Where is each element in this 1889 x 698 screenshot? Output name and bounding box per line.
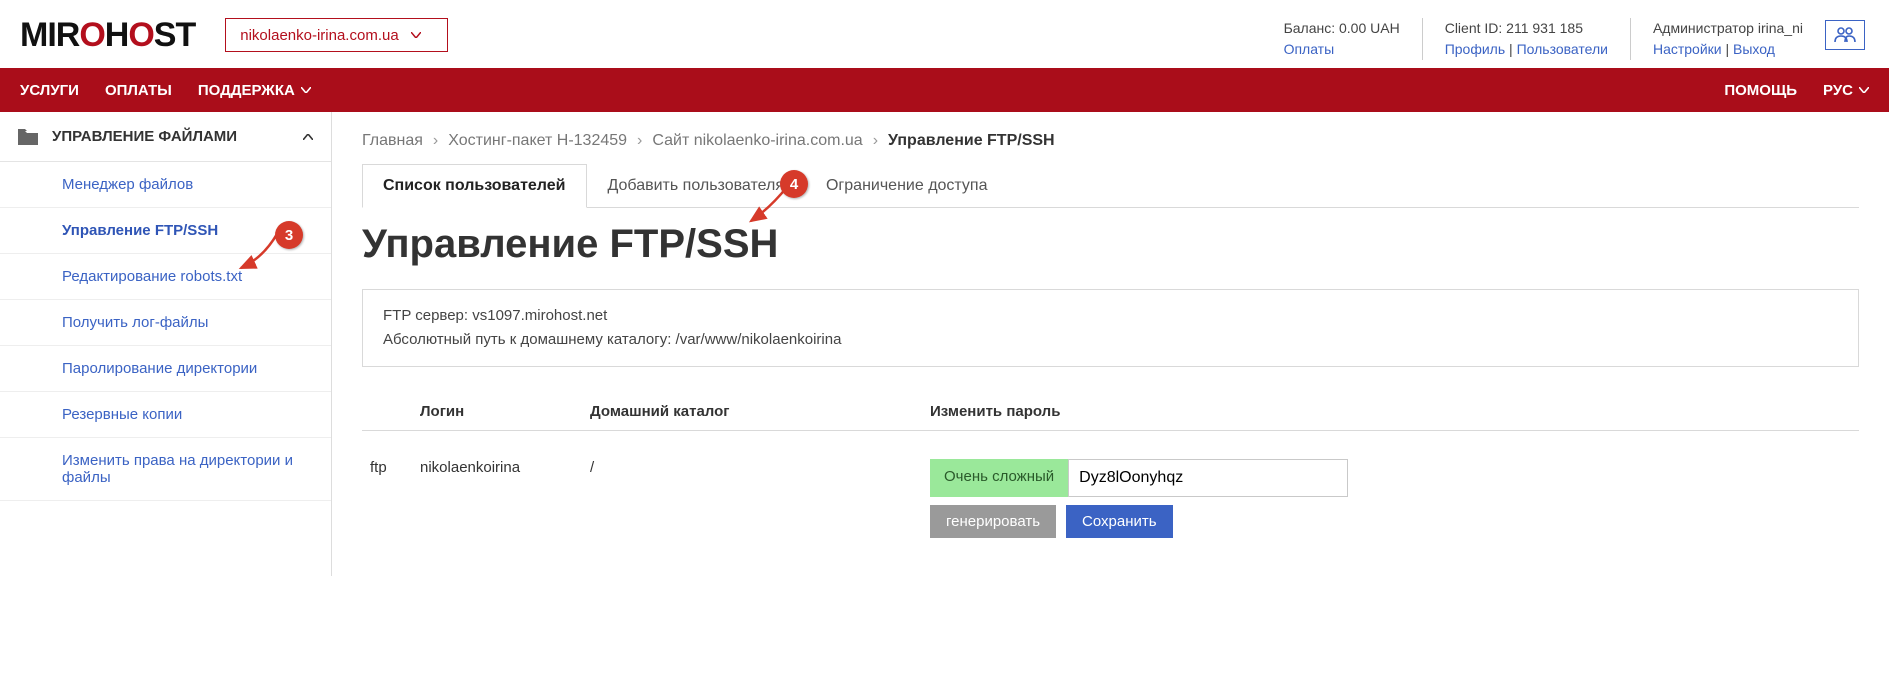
col-home: Домашний каталог — [582, 393, 922, 431]
chevron-up-icon — [303, 134, 313, 140]
header-balance-block: Баланс: 0.00 UAH Оплаты — [1262, 18, 1422, 60]
folder-icon — [18, 129, 38, 145]
annotation-marker-4: 4 — [780, 170, 808, 198]
settings-link[interactable]: Настройки — [1653, 41, 1722, 57]
users-icon-button[interactable] — [1825, 20, 1865, 50]
chevron-down-icon — [411, 32, 421, 38]
ftp-server-label: FTP сервер: — [383, 307, 472, 324]
col-type — [362, 393, 412, 431]
home-path-value: /var/www/nikolaenkoirina — [676, 331, 842, 348]
tab-0[interactable]: Список пользователей — [362, 164, 587, 208]
cell-proto: ftp — [362, 431, 412, 547]
content: Главная › Хостинг-пакет H-132459 › Сайт niko… — [332, 112, 1889, 576]
breadcrumb-item-2[interactable]: Сайт nikolaenko-irina.com.ua — [652, 132, 862, 150]
generate-button[interactable]: генерировать — [930, 505, 1056, 538]
domain-select[interactable]: nikolaenko-irina.com.ua — [225, 18, 447, 52]
header-client-block: Client ID: 211 931 185 Профиль | Пользов… — [1422, 18, 1630, 60]
users-icon — [1834, 27, 1856, 43]
page-title: Управление FTP/SSH — [362, 222, 1859, 267]
save-button[interactable]: Сохранить — [1066, 505, 1173, 538]
password-strength-badge: Очень сложный — [930, 459, 1068, 497]
sidebar-item-2[interactable]: Редактирование robots.txt — [0, 254, 331, 299]
breadcrumb-item-0[interactable]: Главная — [362, 132, 423, 150]
cell-password: Очень сложный генерировать Сохранить — [922, 431, 1859, 547]
annotation-marker-3: 3 — [275, 221, 303, 249]
logout-link[interactable]: Выход — [1733, 41, 1775, 57]
home-path-label: Абсолютный путь к домашнему каталогу: — [383, 331, 676, 348]
breadcrumb-sep: › — [637, 132, 642, 150]
breadcrumb-current: Управление FTP/SSH — [888, 132, 1055, 150]
users-table: Логин Домашний каталог Изменить пароль f… — [362, 393, 1859, 546]
breadcrumb-item-1[interactable]: Хостинг-пакет H-132459 — [448, 132, 627, 150]
nav-services[interactable]: УСЛУГИ — [20, 82, 105, 99]
ftp-server-value: vs1097.mirohost.net — [472, 307, 607, 324]
col-login: Логин — [412, 393, 582, 431]
breadcrumb-sep: › — [433, 132, 438, 150]
sidebar-item-6[interactable]: Изменить права на директории и файлы — [0, 438, 331, 500]
nav-payments[interactable]: ОПЛАТЫ — [105, 82, 198, 99]
breadcrumb: Главная › Хостинг-пакет H-132459 › Сайт niko… — [362, 132, 1859, 150]
nav-lang[interactable]: РУС — [1797, 82, 1869, 99]
sidebar-item-3[interactable]: Получить лог-файлы — [0, 300, 331, 345]
col-password: Изменить пароль — [922, 393, 1859, 431]
navbar: УСЛУГИ ОПЛАТЫ ПОДДЕРЖКА ПОМОЩЬ РУС — [0, 68, 1889, 112]
sidebar-item-4[interactable]: Паролирование директории — [0, 346, 331, 391]
tab-1[interactable]: Добавить пользователя — [587, 164, 805, 207]
header-admin-block: Администратор irina_ni Настройки | Выход — [1630, 18, 1825, 60]
payments-link[interactable]: Оплаты — [1284, 41, 1335, 57]
password-input[interactable] — [1068, 459, 1348, 497]
chevron-down-icon — [1859, 87, 1869, 93]
cell-home: / — [582, 431, 922, 547]
client-id-label: Client ID: 211 931 185 — [1445, 18, 1608, 39]
domain-selected-value: nikolaenko-irina.com.ua — [240, 27, 398, 44]
sidebar-header-files[interactable]: УПРАВЛЕНИЕ ФАЙЛАМИ — [0, 112, 331, 162]
cell-login: nikolaenkoirina — [412, 431, 582, 547]
chevron-down-icon — [301, 87, 311, 93]
tabs: Список пользователейДобавить пользовател… — [362, 164, 1859, 208]
nav-help[interactable]: ПОМОЩЬ — [1698, 82, 1797, 99]
users-link[interactable]: Пользователи — [1517, 41, 1608, 57]
sidebar-item-5[interactable]: Резервные копии — [0, 392, 331, 437]
logo[interactable]: MIROHOST — [20, 18, 195, 52]
balance-label: Баланс: 0.00 UAH — [1284, 18, 1400, 39]
sidebar: УПРАВЛЕНИЕ ФАЙЛАМИ Менеджер файловУправл… — [0, 112, 332, 576]
breadcrumb-sep: › — [873, 132, 878, 150]
profile-link[interactable]: Профиль — [1445, 41, 1505, 57]
admin-label: Администратор irina_ni — [1653, 18, 1803, 39]
sidebar-item-0[interactable]: Менеджер файлов — [0, 162, 331, 207]
server-info-box: FTP сервер: vs1097.mirohost.net Абсолютн… — [362, 289, 1859, 367]
nav-support[interactable]: ПОДДЕРЖКА — [198, 82, 337, 99]
tab-2[interactable]: Ограничение доступа — [805, 164, 1009, 207]
table-row: ftpnikolaenkoirina/Очень сложный генериро… — [362, 431, 1859, 547]
